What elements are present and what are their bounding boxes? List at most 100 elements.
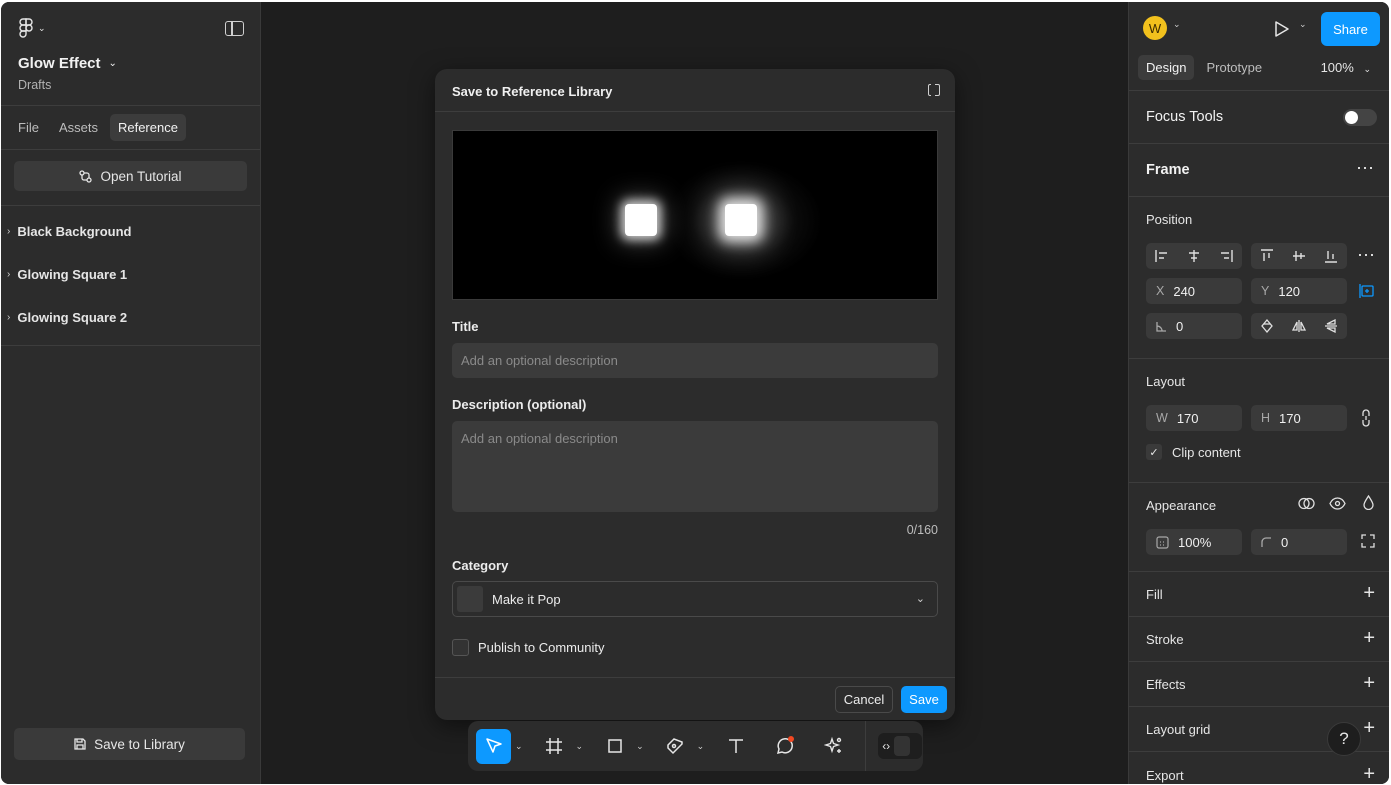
flip-horizontal-icon[interactable] [1283,313,1315,339]
chevron-down-icon[interactable]: ⌄ [636,741,644,752]
actions-tool-button[interactable] [816,729,851,764]
move-tool-button[interactable] [476,728,511,764]
effects-label: Effects [1146,677,1186,692]
check-icon[interactable]: ✓ [1146,444,1162,460]
opacity-field[interactable]: 100% [1146,529,1242,555]
cursor-icon [485,738,502,753]
avatar[interactable]: W [1143,16,1167,40]
horizontal-align-group [1146,243,1242,269]
description-textarea[interactable]: Add an optional description [452,421,938,512]
layer-item[interactable]: › Glowing Square 1 [1,253,260,296]
focus-tools-label: Focus Tools [1146,109,1224,125]
rectangle-icon [607,739,622,753]
corner-radius-field[interactable]: 0 [1251,529,1347,555]
rotation-field[interactable]: 0 [1146,313,1242,339]
flip-vertical-icon[interactable] [1315,313,1347,339]
save-button[interactable]: Save [901,686,947,713]
export-label: Export [1146,768,1184,783]
align-top-icon[interactable] [1251,243,1283,269]
category-select[interactable]: Make it Pop ⌄ [452,581,938,617]
shape-tool-button[interactable] [597,729,632,764]
align-bottom-icon[interactable] [1315,243,1347,269]
tab-reference[interactable]: Reference [109,114,186,141]
focus-tools-section: Focus Tools [1129,91,1389,144]
align-center-icon[interactable] [1178,243,1210,269]
pen-tool[interactable]: ⌄ [658,729,705,764]
layer-item[interactable]: › Glowing Square 2 [1,296,260,339]
open-tutorial-button[interactable]: Open Tutorial [14,161,247,191]
chevron-down-icon[interactable]: ⌄ [1299,19,1307,30]
expand-icon[interactable] [928,82,940,96]
y-field[interactable]: Y 120 [1251,278,1347,304]
align-right-icon[interactable] [1210,243,1242,269]
align-middle-icon[interactable] [1283,243,1315,269]
share-button[interactable]: Share [1321,12,1380,46]
tab-assets[interactable]: Assets [51,114,106,141]
save-to-library-button[interactable]: Save to Library [14,728,245,760]
drop-icon[interactable] [1363,495,1374,510]
zoom-level[interactable]: 100% ⌄ [1321,60,1371,75]
sidebar-toggle-icon[interactable] [225,21,244,36]
file-location[interactable]: Drafts [18,78,51,92]
main-menu-button[interactable]: ⌄ [18,18,46,38]
x-label: X [1156,284,1165,298]
x-field[interactable]: X 240 [1146,278,1242,304]
layout-label: Layout [1146,374,1186,389]
chevron-down-icon[interactable]: ⌄ [576,741,584,752]
publish-checkbox[interactable] [452,639,469,656]
comment-tool-button[interactable] [767,729,802,764]
file-title[interactable]: Glow Effect ⌄ [18,55,117,72]
clip-content-row[interactable]: ✓ Clip content [1146,444,1241,460]
constraints-icon[interactable] [1359,283,1375,299]
align-left-icon[interactable] [1146,243,1178,269]
add-effect-icon[interactable]: + [1363,673,1375,693]
tab-design[interactable]: Design [1138,55,1195,80]
chevron-down-icon[interactable]: ⌄ [1173,19,1181,30]
eye-icon[interactable] [1329,497,1346,510]
actions-tool[interactable] [816,729,851,763]
preview-image [452,130,938,300]
height-field[interactable]: H 170 [1251,405,1347,431]
toolbar-divider [865,721,867,771]
play-icon[interactable] [1274,20,1290,38]
cancel-button[interactable]: Cancel [835,686,893,713]
focus-tools-toggle[interactable] [1343,109,1377,126]
position-label: Position [1146,212,1193,227]
title-input[interactable]: Add an optional description [452,343,938,378]
comment-tool[interactable] [767,729,802,763]
blend-mode-icon[interactable] [1298,496,1315,511]
constrain-proportions-icon[interactable] [1361,409,1371,427]
width-field[interactable]: W 170 [1146,405,1242,431]
add-stroke-icon[interactable]: + [1363,628,1375,648]
tab-file[interactable]: File [10,114,47,141]
help-button[interactable]: ? [1327,722,1361,756]
frame-tool-button[interactable] [537,729,572,764]
appearance-label: Appearance [1146,498,1217,513]
move-tool[interactable]: ⌄ [476,728,523,764]
add-fill-icon[interactable]: + [1363,583,1375,603]
appearance-section: Appearance 100% 0 [1129,483,1389,572]
pen-tool-button[interactable] [658,729,693,764]
shape-tool[interactable]: ⌄ [597,729,644,763]
publish-checkbox-row[interactable]: Publish to Community [452,639,604,656]
frame-tool[interactable]: ⌄ [537,729,584,764]
individual-corners-icon[interactable] [1361,534,1375,548]
angle-icon [1156,321,1166,332]
tab-prototype[interactable]: Prototype [1198,55,1270,80]
chevron-down-icon[interactable]: ⌄ [697,741,705,752]
dev-mode-toggle[interactable]: ‹› [878,733,923,759]
chevron-down-icon[interactable]: ⌄ [515,741,523,752]
more-icon[interactable]: ⋯ [1356,158,1375,179]
rotate-icon[interactable] [1251,313,1283,339]
add-layout-grid-icon[interactable]: + [1363,718,1375,738]
dialog-footer: Cancel Save [435,677,955,720]
text-tool-button[interactable] [718,729,753,764]
layer-label: Glowing Square 1 [17,267,128,282]
y-label: Y [1261,284,1270,298]
chevron-right-icon: › [7,312,11,323]
add-export-icon[interactable]: + [1363,764,1375,784]
text-tool[interactable] [718,729,753,763]
layer-item[interactable]: › Black Background [1,210,260,253]
save-to-library-label: Save to Library [94,736,185,752]
more-icon[interactable]: ⋯ [1357,245,1375,266]
